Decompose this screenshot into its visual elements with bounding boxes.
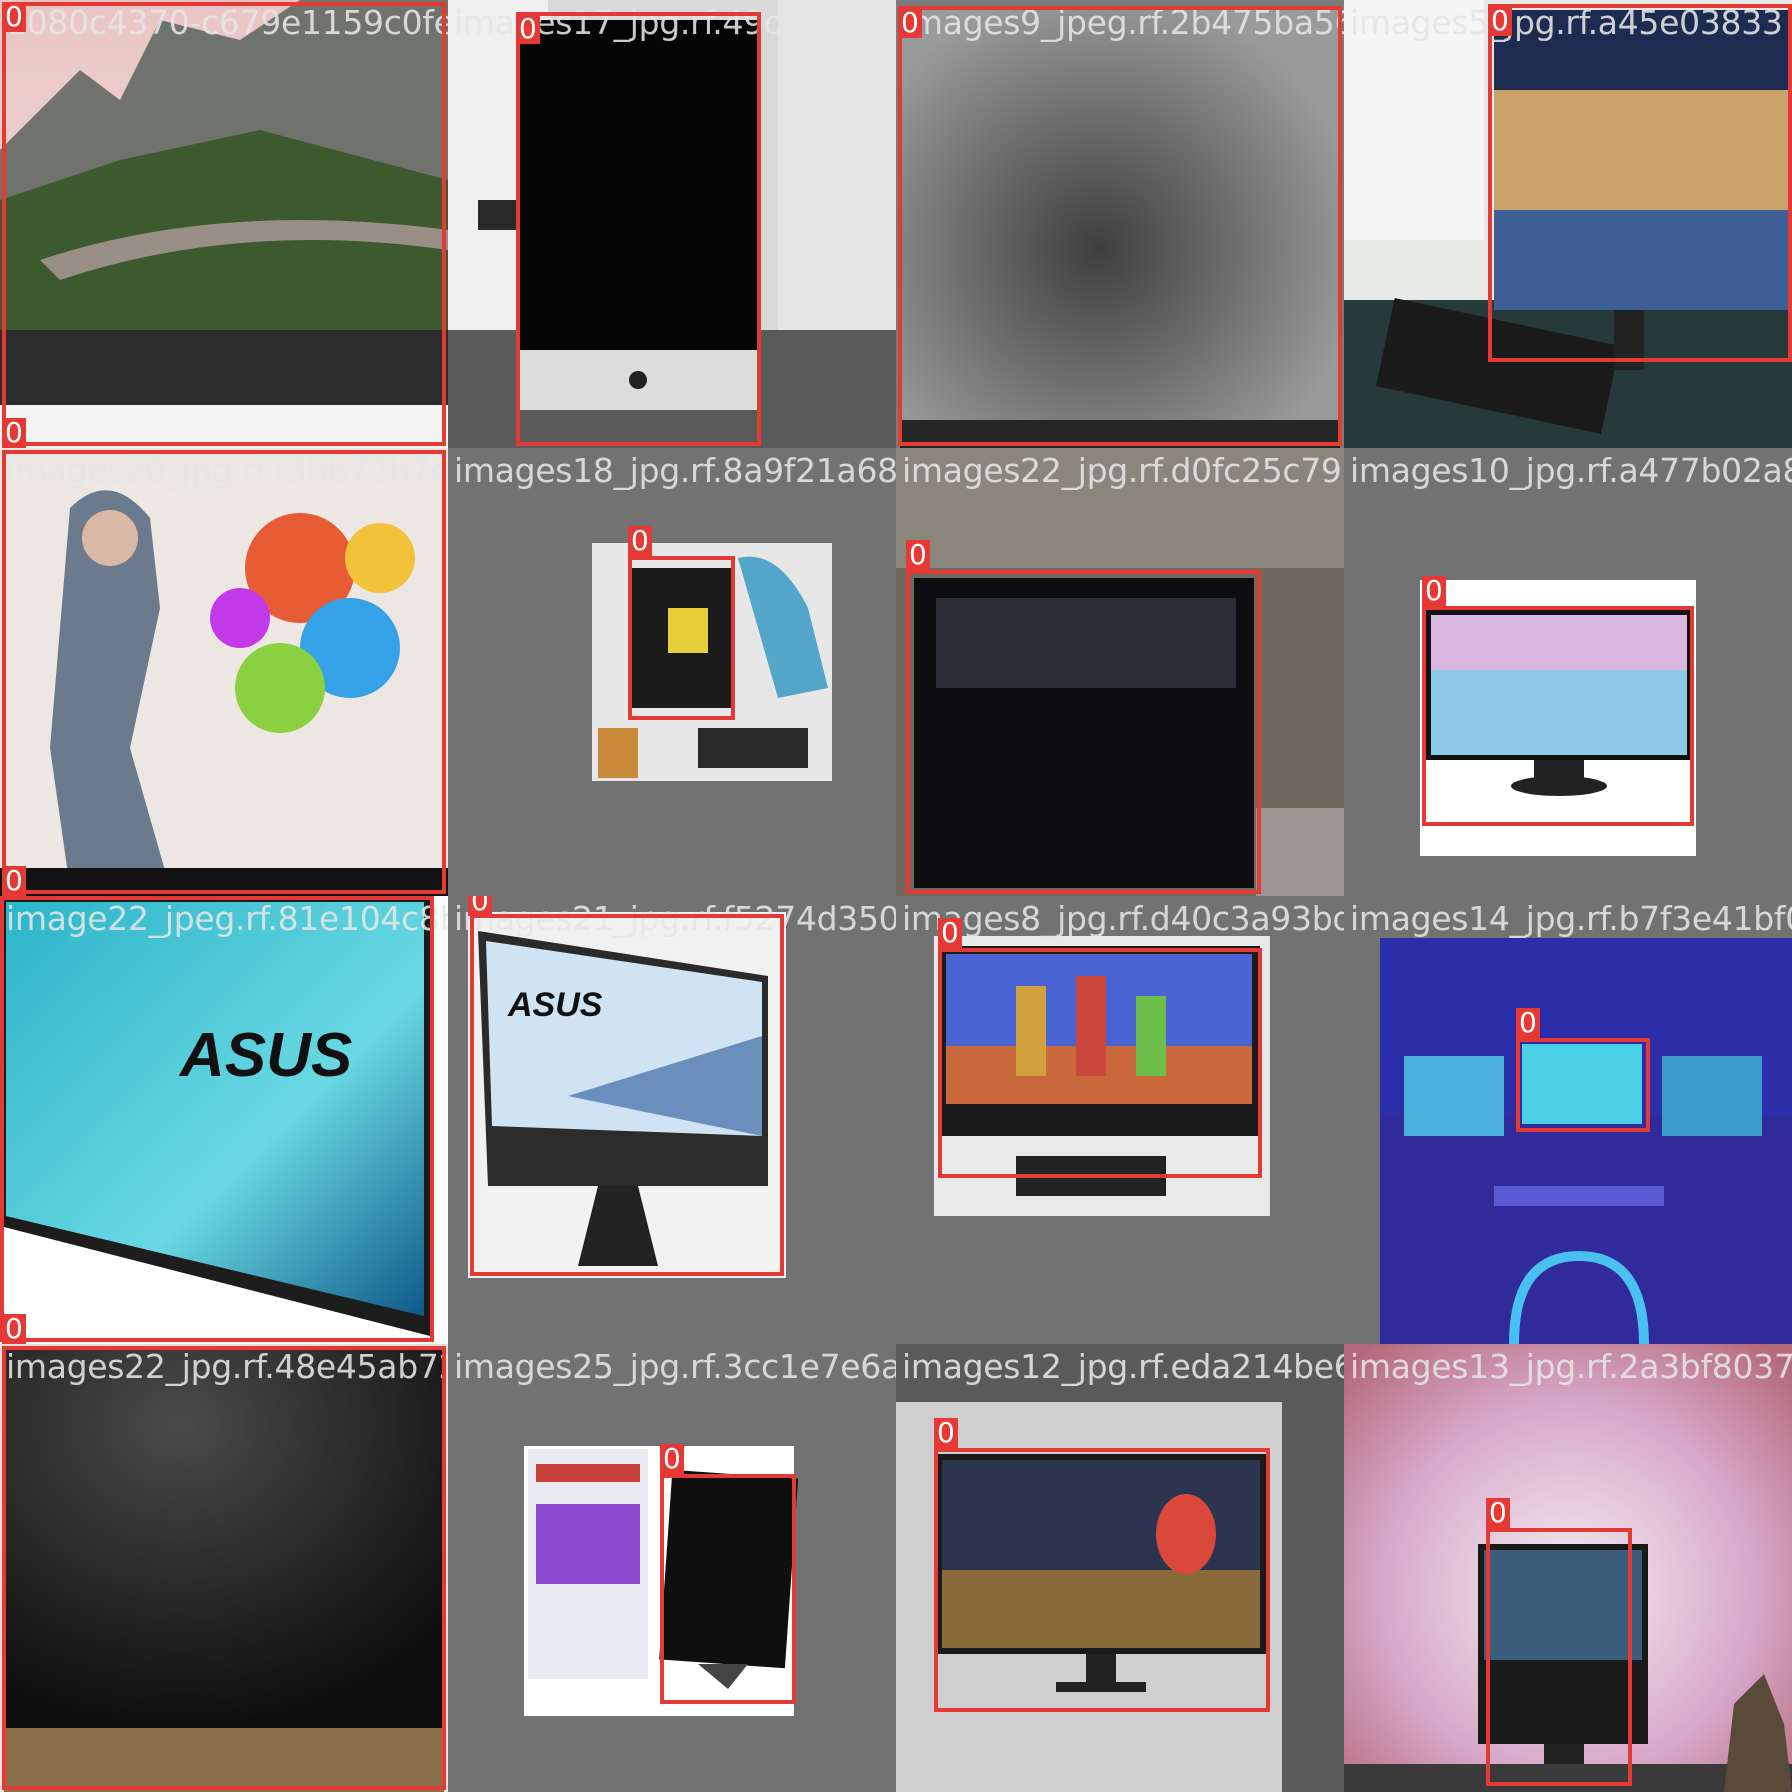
bounding-box: [934, 1448, 1270, 1712]
class-label: 0: [934, 1418, 958, 1448]
bounding-box: [0, 896, 434, 1342]
class-label: 0: [898, 8, 922, 38]
image-filename: images18_jpg.rf.8a9f21a688e07a0872e7ff1: [454, 451, 896, 490]
class-label: 0: [2, 418, 26, 448]
bounding-box: [2, 2, 446, 446]
bounding-box: [906, 570, 1261, 894]
tile-6: images18_jpg.rf.8a9f21a688e07a0872e7ff1 …: [448, 448, 896, 896]
tile-15: images12_jpg.rf.eda214be68b157293 0: [896, 1344, 1344, 1792]
tile-14: images25_jpg.rf.3cc1e7e6a14df8791 0: [448, 1344, 896, 1792]
tile-2: images17_jpg.rf.49d7b9ae 0: [448, 0, 896, 448]
bounding-box: [1486, 1528, 1632, 1786]
bounding-box: [628, 556, 735, 720]
tile-9: ASUS image22_jpeg.rf.81e104c8b56c 0: [0, 896, 448, 1344]
tile-8: images10_jpg.rf.a477b02a85 0: [1344, 448, 1792, 896]
class-label: 0: [1486, 1498, 1510, 1528]
class-label: 0: [2, 2, 26, 32]
class-label: 0: [660, 1444, 684, 1474]
bounding-box: [938, 948, 1262, 1178]
image-filename: images8_jpg.rf.d40c3a93bd414ba: [902, 899, 1344, 938]
class-label: 0: [906, 540, 930, 570]
class-label: 0: [468, 896, 492, 916]
bounding-box: [516, 12, 761, 446]
bounding-box: [2, 450, 446, 894]
tile-4: images5_jpg.rf.a45e03833 0: [1344, 0, 1792, 448]
tile-13: images22_jpg.rf.48e45ab727: [0, 1344, 448, 1792]
image-mosaic: 1080c4370-c679e1159c0fe5 0 0 images17_jp…: [0, 0, 1792, 1792]
bounding-box: [470, 914, 784, 1276]
tile-16: images13_jpg.rf.2a3bf80374 0: [1344, 1344, 1792, 1792]
class-label: 0: [628, 526, 652, 556]
image-filename: images13_jpg.rf.2a3bf80374: [1350, 1347, 1792, 1386]
bounding-box: [660, 1474, 796, 1704]
tile-5: images20_jpg.rf.f3bb72b7c35f009f0783f28 …: [0, 448, 448, 896]
image-filename: images14_jpg.rf.b7f3e41bf0: [1350, 899, 1792, 938]
bounding-box: [1422, 606, 1694, 826]
bounding-box: [898, 6, 1342, 446]
image-filename: images25_jpg.rf.3cc1e7e6a14df8791: [454, 1347, 896, 1386]
bounding-box: [2, 1346, 446, 1790]
tile-7: images22_jpg.rf.d0fc25c7939f0afda75076 0: [896, 448, 1344, 896]
image-filename: images22_jpg.rf.d0fc25c7939f0afda75076: [902, 451, 1344, 490]
class-label: 0: [2, 1314, 26, 1344]
class-label: 0: [1422, 576, 1446, 606]
class-label: 0: [1516, 1008, 1540, 1038]
tile-3: images9_jpeg.rf.2b475ba569f7 0: [896, 0, 1344, 448]
tile-11: images8_jpg.rf.d40c3a93bd414ba 0: [896, 896, 1344, 1344]
tile-12: images14_jpg.rf.b7f3e41bf0 0: [1344, 896, 1792, 1344]
class-label: 0: [2, 866, 26, 896]
tile-10: ASUS images21_jpg.rf.f5274d3502a2e2 0: [448, 896, 896, 1344]
class-label: 0: [516, 14, 540, 44]
class-label: 0: [1488, 6, 1512, 36]
class-label: 0: [938, 918, 962, 948]
image-filename: images12_jpg.rf.eda214be68b157293: [902, 1347, 1344, 1386]
bounding-box: [1488, 4, 1792, 362]
tile-1: 1080c4370-c679e1159c0fe5 0 0: [0, 0, 448, 448]
bounding-box: [1516, 1038, 1650, 1132]
image-filename: images10_jpg.rf.a477b02a85: [1350, 451, 1792, 490]
